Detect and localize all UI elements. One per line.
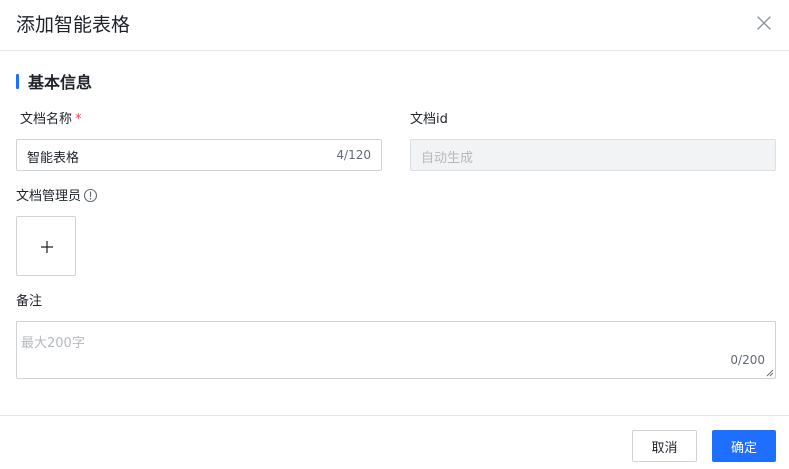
doc-name-value: 智能表格	[27, 151, 80, 166]
doc-admin-label: 文档管理员	[16, 189, 82, 204]
section-header: 基本信息	[16, 71, 93, 92]
remark-char-count: 0/200	[730, 353, 765, 367]
doc-name-char-count: 4/120	[336, 148, 371, 162]
doc-name-input[interactable]: 智能表格 4/120	[16, 139, 382, 171]
confirm-button[interactable]: 确定	[712, 430, 776, 462]
doc-id-input: 自动生成	[410, 139, 776, 171]
add-admin-button[interactable]	[16, 216, 76, 276]
section-accent-bar	[16, 73, 19, 89]
close-icon[interactable]	[755, 14, 773, 32]
doc-name-label: 文档名称 *	[20, 111, 82, 129]
remark-placeholder: 最大200字	[21, 336, 85, 351]
required-mark: *	[75, 112, 82, 127]
dialog-header: 添加智能表格	[0, 0, 789, 51]
section-title: 基本信息	[28, 73, 93, 92]
cancel-button[interactable]: 取消	[632, 430, 697, 462]
doc-name-label-text: 文档名称	[20, 112, 73, 127]
info-icon[interactable]	[83, 188, 98, 203]
remark-textarea[interactable]: 最大200字 0/200	[16, 321, 776, 379]
dialog-title: 添加智能表格	[16, 14, 131, 36]
resize-grip-icon[interactable]	[766, 369, 774, 377]
doc-id-label: 文档id	[410, 112, 448, 127]
remark-label: 备注	[16, 294, 43, 309]
doc-id-placeholder: 自动生成	[421, 151, 474, 166]
plus-icon	[41, 241, 53, 253]
